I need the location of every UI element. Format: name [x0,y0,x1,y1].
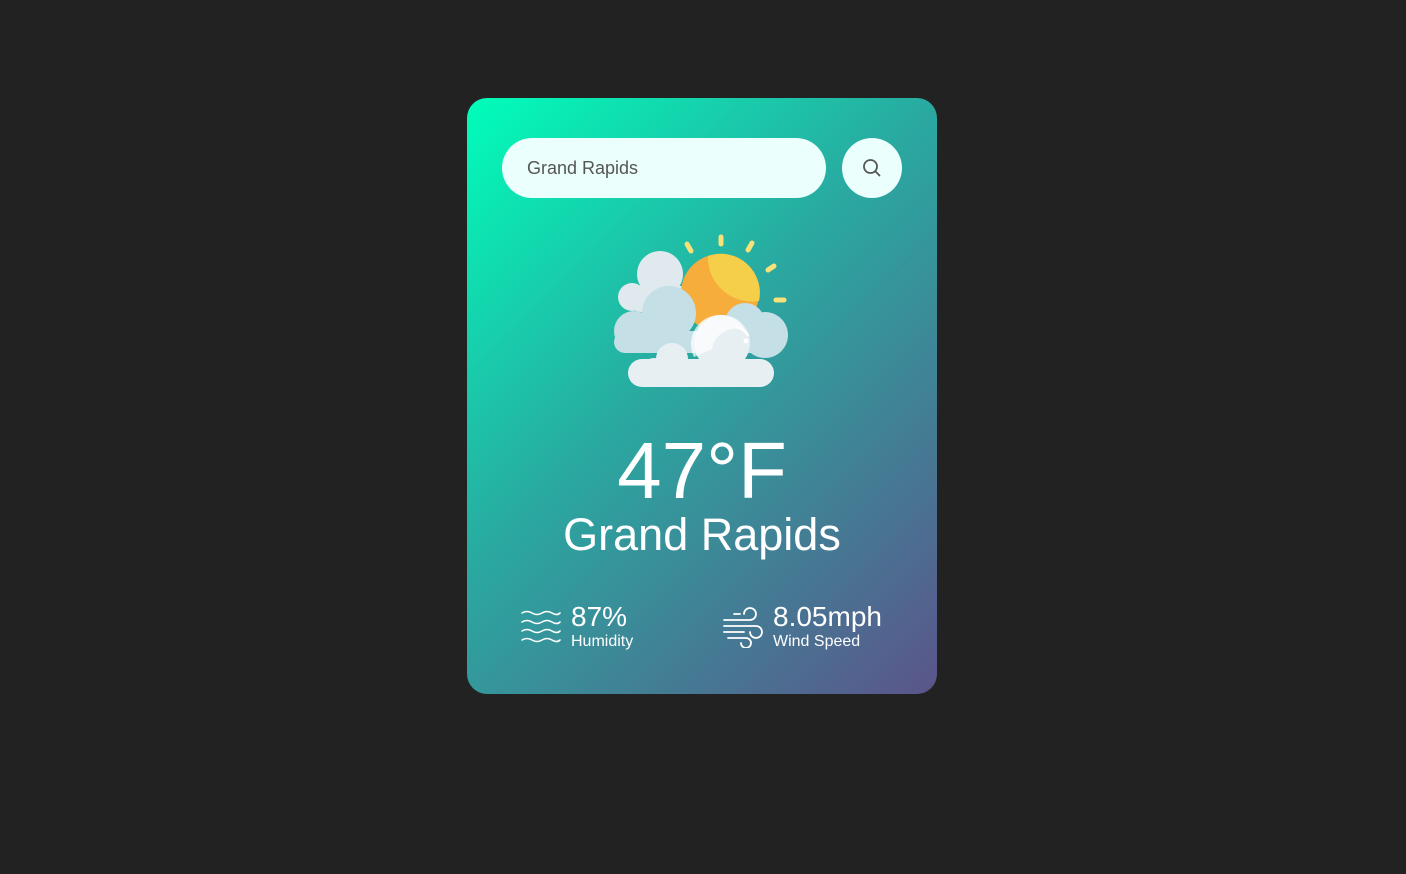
search-icon [863,159,881,177]
wind-text: 8.05mph Wind Speed [773,602,882,652]
humidity-text: 87% Humidity [571,602,633,652]
wind-detail: 8.05mph Wind Speed [722,602,882,652]
humidity-label: Humidity [571,633,634,650]
search-input[interactable] [502,138,826,198]
search-bar [502,138,902,198]
wind-label: Wind Speed [773,633,861,650]
humidity-detail: 87% Humidity [520,602,633,652]
wind-value: 8.05mph [773,601,882,632]
temperature: 47°F [617,426,787,515]
city-name: Grand Rapids [563,509,841,560]
wind-icon [723,607,763,648]
humidity-icon [521,610,561,643]
partly-cloudy-icon [614,234,788,387]
search-button[interactable] [842,138,902,198]
weather-card: 47°F Grand Rapids 87% Humidity [467,98,937,694]
humidity-value: 87% [571,601,628,632]
